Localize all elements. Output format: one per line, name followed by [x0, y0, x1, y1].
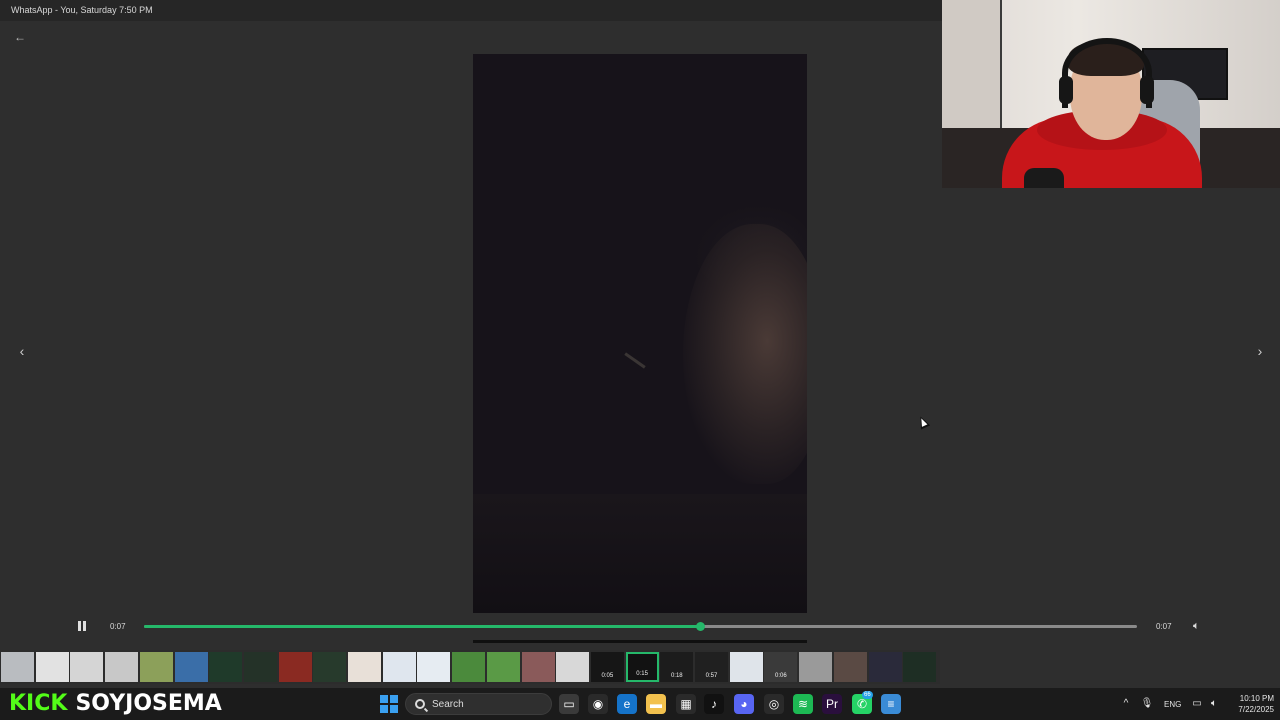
seek-bar[interactable]	[144, 622, 1137, 631]
pause-bar-left	[78, 621, 81, 631]
seek-bar-progress	[144, 625, 701, 628]
windows-start-icon[interactable]	[380, 695, 398, 713]
video-divider	[473, 640, 807, 643]
media-thumbnail[interactable]	[209, 652, 243, 682]
media-thumbnail[interactable]: 0:15	[625, 652, 659, 682]
file-explorer-icon[interactable]: ▬	[646, 694, 666, 714]
search-icon	[415, 699, 425, 709]
current-time: 0:07	[110, 622, 126, 631]
thumbnail-duration: 0:18	[670, 673, 683, 679]
notepad-icon[interactable]: ≡	[881, 694, 901, 714]
windows-logo-pane	[390, 695, 398, 703]
windows-logo-pane	[380, 695, 388, 703]
media-thumbnail-strip: 0:05 0:15 0:18 0:57 0:06	[0, 650, 940, 684]
media-thumbnail[interactable]: 0:18	[660, 652, 694, 682]
seek-bar-handle[interactable]	[696, 622, 706, 631]
media-thumbnail[interactable]: 0:05	[590, 652, 624, 682]
thumbnail-duration: 0:15	[636, 671, 648, 677]
microphone-icon[interactable]: 🎙︎	[1140, 697, 1154, 711]
video-frame-light-streak	[624, 352, 646, 369]
windows-logo-pane	[380, 705, 388, 713]
webcam-microphone	[1024, 168, 1064, 188]
taskbar-search-input[interactable]: Search	[405, 693, 552, 715]
media-thumbnail[interactable]: 0:57	[695, 652, 728, 682]
discord-icon[interactable]: ◕	[734, 694, 754, 714]
microsoft-store-icon[interactable]: ▦	[676, 694, 696, 714]
media-thumbnail[interactable]	[348, 652, 381, 682]
media-thumbnail[interactable]	[243, 652, 277, 682]
media-thumbnail[interactable]	[868, 652, 902, 682]
webcam-door	[942, 0, 1002, 130]
webcam-overlay	[942, 0, 1280, 188]
media-thumbnail[interactable]	[70, 652, 104, 682]
clock-date: 7/22/2025	[1238, 705, 1274, 714]
media-thumbnail[interactable]	[382, 652, 416, 682]
media-thumbnail[interactable]	[903, 652, 937, 682]
pause-button[interactable]	[76, 620, 88, 632]
media-thumbnail[interactable]	[833, 652, 867, 682]
whatsapp-notification-badge: 66	[862, 691, 873, 699]
premiere-icon[interactable]: Pr	[822, 694, 842, 714]
stream-overlay-logo: KICK SOYJOSEMA	[9, 692, 222, 716]
webcam-headset-right-cup	[1140, 76, 1154, 104]
back-arrow-icon[interactable]: ←	[12, 30, 28, 44]
duration-time: 0:07	[1156, 622, 1172, 631]
volume-icon[interactable]: 🔈︎	[1193, 619, 1207, 633]
webcam-headset-left-cup	[1059, 76, 1073, 104]
media-thumbnail[interactable]	[521, 652, 555, 682]
media-thumbnail[interactable]	[556, 652, 590, 682]
mouse-cursor-icon	[915, 414, 931, 430]
thumbnail-duration: 0:06	[775, 673, 787, 679]
previous-media-icon[interactable]: ‹	[14, 341, 30, 361]
spotify-icon[interactable]: ≋	[793, 694, 813, 714]
language-indicator[interactable]: ENG	[1164, 700, 1181, 709]
media-thumbnail[interactable]	[729, 652, 763, 682]
media-thumbnail[interactable]	[35, 652, 69, 682]
media-thumbnail[interactable]	[174, 652, 208, 682]
speaker-icon[interactable]: 🔈︎	[1207, 697, 1221, 711]
media-thumbnail[interactable]	[486, 652, 520, 682]
thumbnail-duration: 0:57	[705, 673, 718, 679]
media-thumbnail[interactable]	[452, 652, 486, 682]
media-thumbnail[interactable]	[313, 652, 347, 682]
media-thumbnail[interactable]	[417, 652, 451, 682]
playback-controls: 0:07 0:07 🔈︎	[66, 616, 1216, 638]
show-hidden-icons-icon[interactable]: ^	[1119, 697, 1133, 711]
channel-name: SOYJOSEMA	[75, 691, 222, 716]
media-thumbnail[interactable]	[139, 652, 173, 682]
system-clock[interactable]: 10:10 PM 7/22/2025	[1222, 693, 1274, 715]
windows-logo-pane	[390, 705, 398, 713]
screen: WhatsApp - You, Saturday 7:50 PM ← ‹ › 0…	[0, 0, 1280, 720]
webcam-headset	[1062, 38, 1152, 108]
obs-icon[interactable]: ◉	[588, 694, 608, 714]
video-frame-shoulder	[473, 494, 807, 613]
media-thumbnail[interactable]	[105, 652, 139, 682]
window-title: WhatsApp - You, Saturday 7:50 PM	[11, 5, 153, 15]
task-view-icon[interactable]: ▭	[559, 694, 579, 714]
pause-bar-right	[83, 621, 86, 631]
network-icon[interactable]: ▭	[1190, 697, 1204, 711]
media-thumbnail[interactable]	[799, 652, 833, 682]
edge-icon[interactable]: e	[617, 694, 637, 714]
media-thumbnail[interactable]	[278, 652, 312, 682]
platform-name: KICK	[9, 691, 68, 716]
next-media-icon[interactable]: ›	[1252, 341, 1268, 361]
taskbar: KICK SOYJOSEMA Search ▭ ◉ e ▬ ▦ ♪ ◕ ◎ ≋ Pr ✆ 66 ≡ ^ 🎙…	[0, 688, 1280, 720]
video-frame-face	[683, 224, 807, 484]
video-player[interactable]	[473, 54, 807, 613]
clock-time: 10:10 PM	[1239, 694, 1274, 703]
tiktok-icon[interactable]: ♪	[704, 694, 724, 714]
media-thumbnail[interactable]: 0:06	[764, 652, 798, 682]
search-placeholder: Search	[432, 699, 464, 710]
thumbnail-duration: 0:05	[601, 673, 614, 679]
media-thumbnail[interactable]	[1, 652, 34, 682]
chrome-icon[interactable]: ◎	[764, 694, 784, 714]
